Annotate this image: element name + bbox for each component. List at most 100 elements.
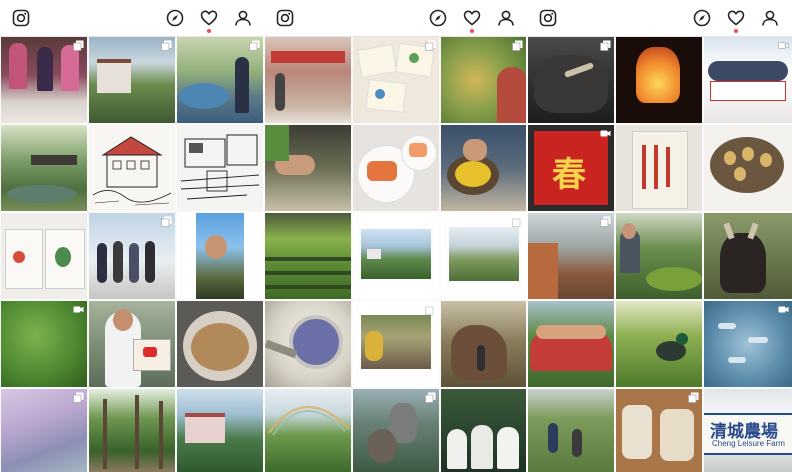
post-thumbnail[interactable]: [616, 301, 702, 387]
post-thumbnail[interactable]: [265, 389, 351, 472]
farm-sign-subtitle: Cheng Leisure Farm: [712, 439, 785, 448]
post-thumbnail[interactable]: [1, 37, 87, 123]
post-thumbnail[interactable]: [441, 389, 526, 472]
post-thumbnail[interactable]: [704, 301, 792, 387]
building-shape: [185, 413, 225, 443]
stall-shape: [271, 51, 345, 63]
compass-icon[interactable]: [166, 9, 184, 27]
post-thumbnail[interactable]: [89, 213, 175, 299]
post-thumbnail[interactable]: [441, 301, 526, 387]
duck-head: [676, 333, 688, 345]
heart-icon[interactable]: [463, 9, 481, 27]
crop-rows: [265, 271, 351, 275]
instagram-logo-icon[interactable]: [12, 9, 30, 27]
feed-panel-3: 春 清城農場 Cheng Leisure Farm: [528, 0, 792, 472]
profile-icon[interactable]: [234, 9, 252, 27]
face-shape: [113, 309, 133, 331]
painted-card: [365, 79, 407, 113]
hands-shape: [463, 139, 487, 161]
post-thumbnail[interactable]: [441, 213, 526, 299]
food-shape: [760, 153, 772, 167]
notification-dot: [734, 29, 738, 33]
post-thumbnail[interactable]: [616, 125, 702, 211]
post-thumbnail[interactable]: [704, 125, 792, 211]
post-thumbnail[interactable]: [353, 213, 439, 299]
fish-shape: [748, 337, 768, 343]
landscape-photo: [449, 227, 519, 281]
post-thumbnail[interactable]: [1, 389, 87, 472]
post-thumbnail[interactable]: [89, 301, 175, 387]
strainer-shape: [289, 315, 343, 369]
people-shape: [37, 47, 53, 91]
multiple-photos-icon: [161, 40, 172, 51]
post-thumbnail[interactable]: [616, 213, 702, 299]
post-thumbnail[interactable]: [89, 389, 175, 472]
food-shape: [734, 167, 746, 181]
flower-shape: [13, 251, 25, 263]
moss-shape: [646, 267, 702, 291]
post-thumbnail[interactable]: [528, 37, 614, 123]
post-thumbnail[interactable]: [265, 37, 351, 123]
paper-lantern: [632, 131, 688, 209]
post-thumbnail[interactable]: [177, 301, 263, 387]
post-thumbnail[interactable]: [704, 213, 792, 299]
sushi-shape: [409, 143, 427, 157]
post-thumbnail[interactable]: [1, 125, 87, 211]
multiple-photos-icon: [600, 40, 611, 51]
post-thumbnail[interactable]: [1, 213, 87, 299]
sky-lantern: [636, 47, 680, 103]
crop-rows: [265, 285, 351, 289]
post-thumbnail[interactable]: [704, 37, 792, 123]
heart-icon[interactable]: [727, 9, 745, 27]
post-thumbnail[interactable]: [441, 37, 526, 123]
post-thumbnail[interactable]: [528, 213, 614, 299]
profile-icon[interactable]: [497, 9, 515, 27]
spring-character: 春: [552, 155, 586, 195]
people-shape: [9, 43, 27, 89]
post-thumbnail[interactable]: [1, 301, 87, 387]
tree-trunk: [103, 399, 107, 469]
post-thumbnail[interactable]: [528, 301, 614, 387]
post-thumbnail[interactable]: [528, 389, 614, 472]
fruit-shape: [455, 161, 491, 187]
person-shape: [497, 67, 526, 123]
post-thumbnail[interactable]: 春: [528, 125, 614, 211]
post-thumbnail[interactable]: [265, 125, 351, 211]
food-wrap: [660, 409, 694, 461]
person-shape: [365, 331, 383, 361]
heart-icon[interactable]: [200, 9, 218, 27]
post-thumbnail[interactable]: [616, 389, 702, 472]
post-thumbnail[interactable]: [177, 213, 263, 299]
crop-rows: [265, 257, 351, 261]
post-thumbnail[interactable]: [265, 301, 351, 387]
painted-card: [356, 44, 398, 78]
leaf-shape: [55, 247, 71, 267]
food-shape: [724, 151, 736, 165]
post-thumbnail[interactable]: [265, 213, 351, 299]
instagram-logo-icon[interactable]: [539, 9, 557, 27]
post-thumbnail[interactable]: 清城農場 Cheng Leisure Farm: [704, 389, 792, 472]
post-thumbnail[interactable]: [177, 389, 263, 472]
profile-icon[interactable]: [761, 9, 779, 27]
compass-icon[interactable]: [693, 9, 711, 27]
post-thumbnail[interactable]: [441, 125, 526, 211]
compass-icon[interactable]: [429, 9, 447, 27]
pavilion-shape: [31, 155, 77, 165]
post-thumbnail[interactable]: [616, 37, 702, 123]
post-thumbnail[interactable]: [353, 37, 439, 123]
notification-dot: [470, 29, 474, 33]
post-thumbnail[interactable]: [177, 37, 263, 123]
post-thumbnail[interactable]: [89, 125, 175, 211]
post-thumbnail[interactable]: [89, 37, 175, 123]
pottery-shape: [367, 429, 397, 463]
instagram-logo-icon[interactable]: [276, 9, 294, 27]
post-thumbnail[interactable]: [353, 125, 439, 211]
person-shape: [471, 425, 493, 469]
post-thumbnail[interactable]: [353, 301, 439, 387]
person-shape: [275, 73, 285, 111]
buffalo-shape: [534, 55, 608, 113]
post-thumbnail[interactable]: [177, 125, 263, 211]
person-shape: [129, 243, 139, 283]
feed-panel-2: [265, 0, 526, 472]
post-thumbnail[interactable]: [353, 389, 439, 472]
